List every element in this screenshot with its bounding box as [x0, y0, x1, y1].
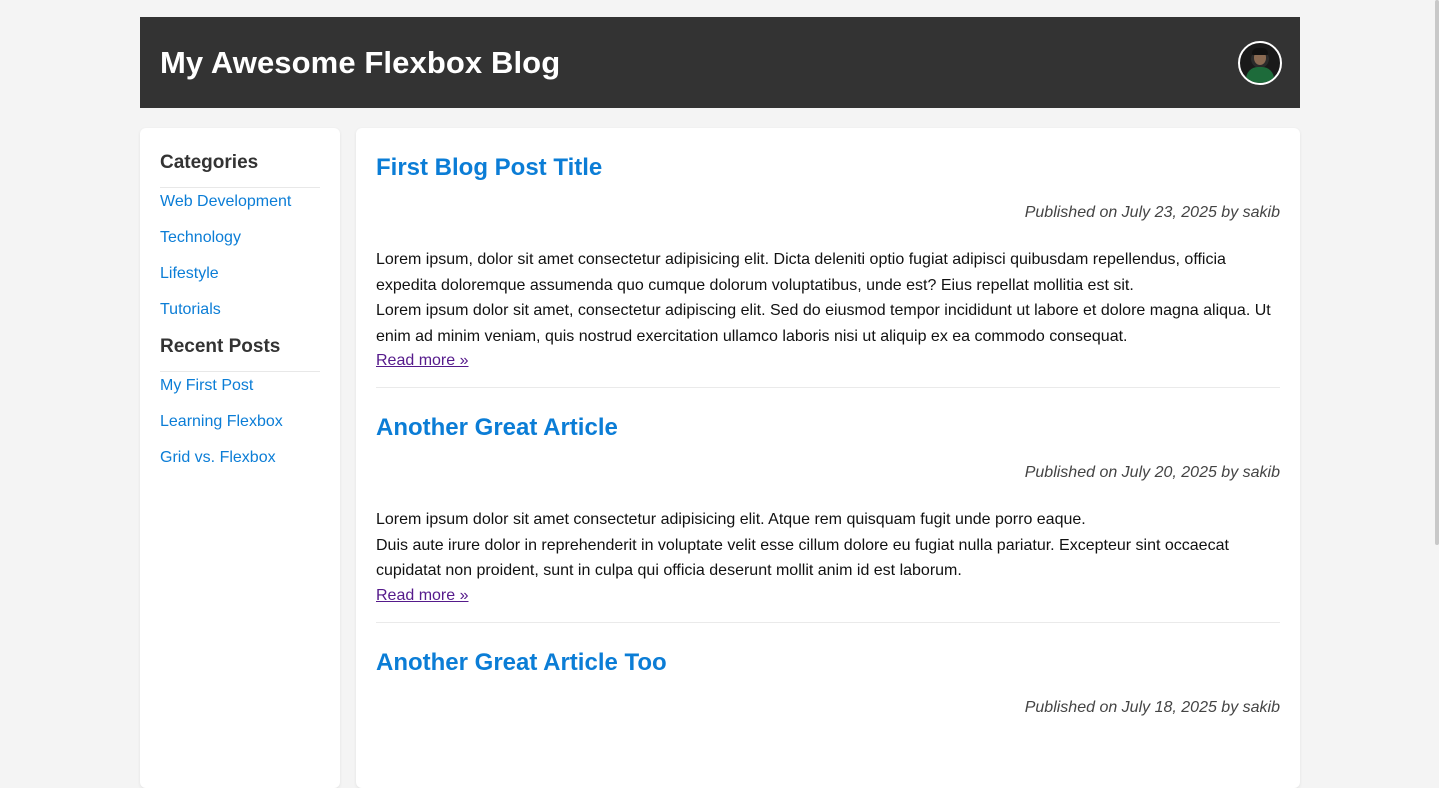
post-meta: Published on July 20, 2025 by sakib [1024, 464, 1280, 481]
post-paragraph-2: Duis aute irure dolor in reprehenderit i… [376, 536, 1229, 580]
avatar-cap [1252, 47, 1268, 55]
site-header: My Awesome Flexbox Blog [140, 17, 1300, 108]
post-paragraph: Lorem ipsum dolor sit amet consectetur a… [376, 507, 1280, 584]
post-paragraph: Lorem ipsum, dolor sit amet consectetur … [376, 247, 1280, 349]
post-title[interactable]: Another Great Article [376, 412, 1280, 444]
list-item: Tutorials [160, 300, 320, 320]
list-item: Grid vs. Flexbox [160, 448, 320, 468]
categories-list: Web Development Technology Lifestyle Tut… [160, 192, 320, 320]
post-meta: Published on July 23, 2025 by sakib [1024, 204, 1280, 221]
category-link-web-development[interactable]: Web Development [160, 193, 291, 210]
recent-posts-list: My First Post Learning Flexbox Grid vs. … [160, 376, 320, 468]
content-layout: Categories Web Development Technology Li… [140, 128, 1300, 788]
list-item: Technology [160, 228, 320, 248]
post-meta: Published on July 18, 2025 by sakib [1024, 698, 1280, 716]
post-paragraph-2: Lorem ipsum dolor sit amet, consectetur … [376, 302, 1271, 345]
site-title: My Awesome Flexbox Blog [160, 44, 561, 80]
list-item: Web Development [160, 192, 320, 212]
categories-heading: Categories [160, 152, 320, 188]
post-paragraph-1: Lorem ipsum dolor sit amet consectetur a… [376, 511, 1086, 528]
main-content: First Blog Post Title Published on July … [356, 128, 1300, 788]
recent-post-link-grid-vs-flexbox[interactable]: Grid vs. Flexbox [160, 449, 276, 466]
category-link-tutorials[interactable]: Tutorials [160, 301, 221, 318]
blog-post: Another Great Article Too Published on J… [376, 647, 1280, 756]
page-container: My Awesome Flexbox Blog Categories Web D… [140, 17, 1300, 788]
avatar-shirt [1246, 66, 1274, 83]
read-more-link[interactable]: Read more » [376, 584, 469, 608]
page-scrollbar[interactable] [1435, 0, 1439, 545]
list-item: Learning Flexbox [160, 412, 320, 432]
list-item: My First Post [160, 376, 320, 396]
post-title[interactable]: First Blog Post Title [376, 152, 1280, 184]
post-paragraph-1: Lorem ipsum, dolor sit amet consectetur … [376, 251, 1226, 294]
recent-post-link-my-first-post[interactable]: My First Post [160, 377, 253, 394]
list-item: Lifestyle [160, 264, 320, 284]
avatar[interactable] [1238, 40, 1282, 85]
read-more-link[interactable]: Read more » [376, 349, 469, 373]
sidebar: Categories Web Development Technology Li… [140, 128, 340, 788]
category-link-lifestyle[interactable]: Lifestyle [160, 265, 219, 282]
category-link-technology[interactable]: Technology [160, 229, 241, 246]
blog-post: Another Great Article Published on July … [376, 412, 1280, 623]
blog-post: First Blog Post Title Published on July … [376, 152, 1280, 388]
recent-posts-heading: Recent Posts [160, 336, 320, 372]
post-title[interactable]: Another Great Article Too [376, 647, 1280, 679]
recent-post-link-learning-flexbox[interactable]: Learning Flexbox [160, 413, 283, 430]
